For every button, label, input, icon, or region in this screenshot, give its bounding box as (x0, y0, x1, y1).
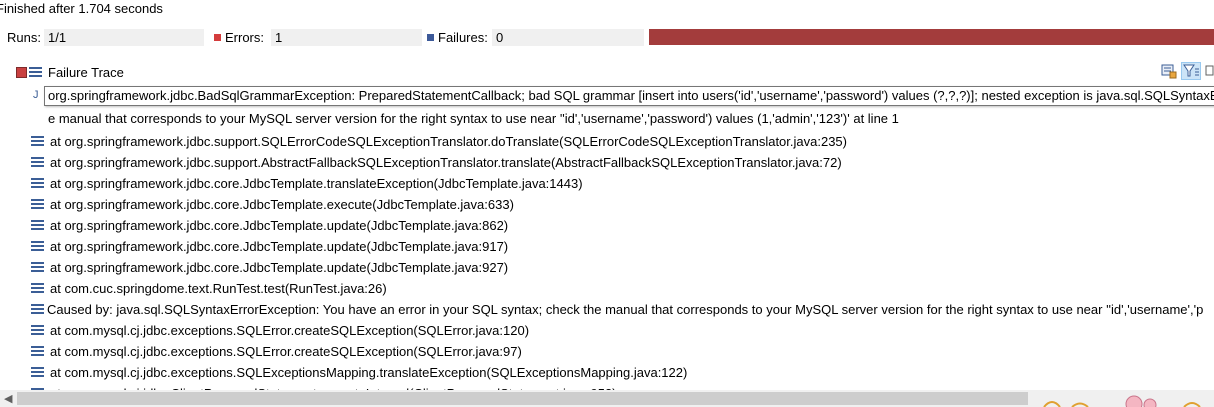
compare-results-icon[interactable] (1161, 63, 1177, 79)
stack-frame-icon (31, 199, 44, 211)
failures-value: 0 (492, 29, 644, 46)
errors-counter: Errors: (214, 27, 264, 48)
trace-row-text: at org.springframework.jdbc.support.Abst… (50, 155, 842, 170)
trace-row[interactable]: at org.springframework.jdbc.core.JdbcTem… (31, 194, 514, 215)
trace-row[interactable]: at org.springframework.jdbc.core.JdbcTem… (31, 215, 508, 236)
failures-counter: Failures: (427, 27, 488, 48)
stack-frame-icon (31, 283, 44, 295)
runs-label: Runs: (7, 30, 41, 45)
runs-counter: Runs: (7, 27, 41, 48)
stack-frame-icon (31, 241, 44, 253)
failures-label: Failures: (438, 30, 488, 45)
scroll-left-icon[interactable]: ◀ (4, 392, 12, 405)
trace-row[interactable]: at com.cuc.springdome.text.RunTest.test(… (31, 278, 387, 299)
scrollbar-thumb[interactable] (17, 392, 1028, 405)
test-progress-bar (649, 29, 1214, 45)
stack-frame-icon (31, 157, 44, 169)
trace-row-text: at org.springframework.jdbc.core.JdbcTem… (50, 260, 509, 275)
java-file-icon: J (33, 89, 39, 101)
trace-row-text: at org.springframework.jdbc.core.JdbcTem… (50, 176, 583, 191)
decorative-mascot (1024, 388, 1214, 407)
trace-row[interactable]: at org.springframework.jdbc.support.SQLE… (31, 131, 847, 152)
trace-row-text: at com.mysql.cj.jdbc.exceptions.SQLExcep… (50, 365, 688, 380)
trace-row-text: at com.mysql.cj.jdbc.exceptions.SQLError… (50, 344, 522, 359)
copy-trace-icon[interactable] (1205, 63, 1214, 79)
errors-label: Errors: (225, 30, 264, 45)
trace-row[interactable]: at com.mysql.cj.jdbc.exceptions.SQLError… (31, 341, 522, 362)
failure-icon (427, 34, 434, 42)
stack-frame-icon (31, 262, 44, 274)
trace-row-text: at org.springframework.jdbc.support.SQLE… (50, 134, 847, 149)
stack-frame-icon (31, 367, 44, 379)
error-icon (214, 34, 221, 42)
trace-row-text: at org.springframework.jdbc.core.JdbcTem… (50, 197, 514, 212)
status-text: Finished after 1.704 seconds (0, 1, 163, 16)
trace-tooltip: org.springframework.jdbc.BadSqlGrammarEx… (44, 86, 1214, 106)
trace-row-text: at org.springframework.jdbc.core.JdbcTem… (50, 239, 509, 254)
trace-row[interactable]: at org.springframework.jdbc.core.JdbcTem… (31, 257, 508, 278)
test-error-icon (16, 67, 27, 78)
trace-row-text: at com.mysql.cj.jdbc.exceptions.SQLError… (50, 323, 530, 338)
failure-trace-header: Failure Trace (29, 64, 124, 82)
trace-row[interactable]: at org.springframework.jdbc.support.Abst… (31, 152, 842, 173)
stack-frame-icon (31, 304, 44, 316)
failure-trace-title: Failure Trace (48, 65, 124, 80)
stack-frame-icon (31, 325, 44, 337)
trace-row-caused-by[interactable]: Caused by: java.sql.SQLSyntaxErrorExcept… (31, 299, 1203, 320)
stack-frame-icon (31, 136, 44, 148)
trace-row-text: at org.springframework.jdbc.core.JdbcTem… (50, 218, 509, 233)
trace-row-text: Caused by: java.sql.SQLSyntaxErrorExcept… (47, 302, 1204, 317)
stack-frame-icon (31, 178, 44, 190)
stack-frame-icon (31, 346, 44, 358)
trace-row[interactable]: at org.springframework.jdbc.core.JdbcTem… (31, 236, 508, 257)
runs-value: 1/1 (44, 29, 204, 46)
filter-stack-trace-icon[interactable] (1181, 62, 1201, 80)
failure-trace-icon (29, 67, 42, 79)
errors-value: 1 (271, 29, 422, 46)
stack-frame-icon (31, 220, 44, 232)
trace-continuation-line: e manual that corresponds to your MySQL … (48, 111, 899, 126)
trace-row[interactable]: at com.mysql.cj.jdbc.exceptions.SQLExcep… (31, 362, 687, 383)
trace-row[interactable]: at com.mysql.cj.jdbc.exceptions.SQLError… (31, 320, 529, 341)
trace-row-text: at com.cuc.springdome.text.RunTest.test(… (50, 281, 387, 296)
trace-row[interactable]: at org.springframework.jdbc.core.JdbcTem… (31, 173, 583, 194)
